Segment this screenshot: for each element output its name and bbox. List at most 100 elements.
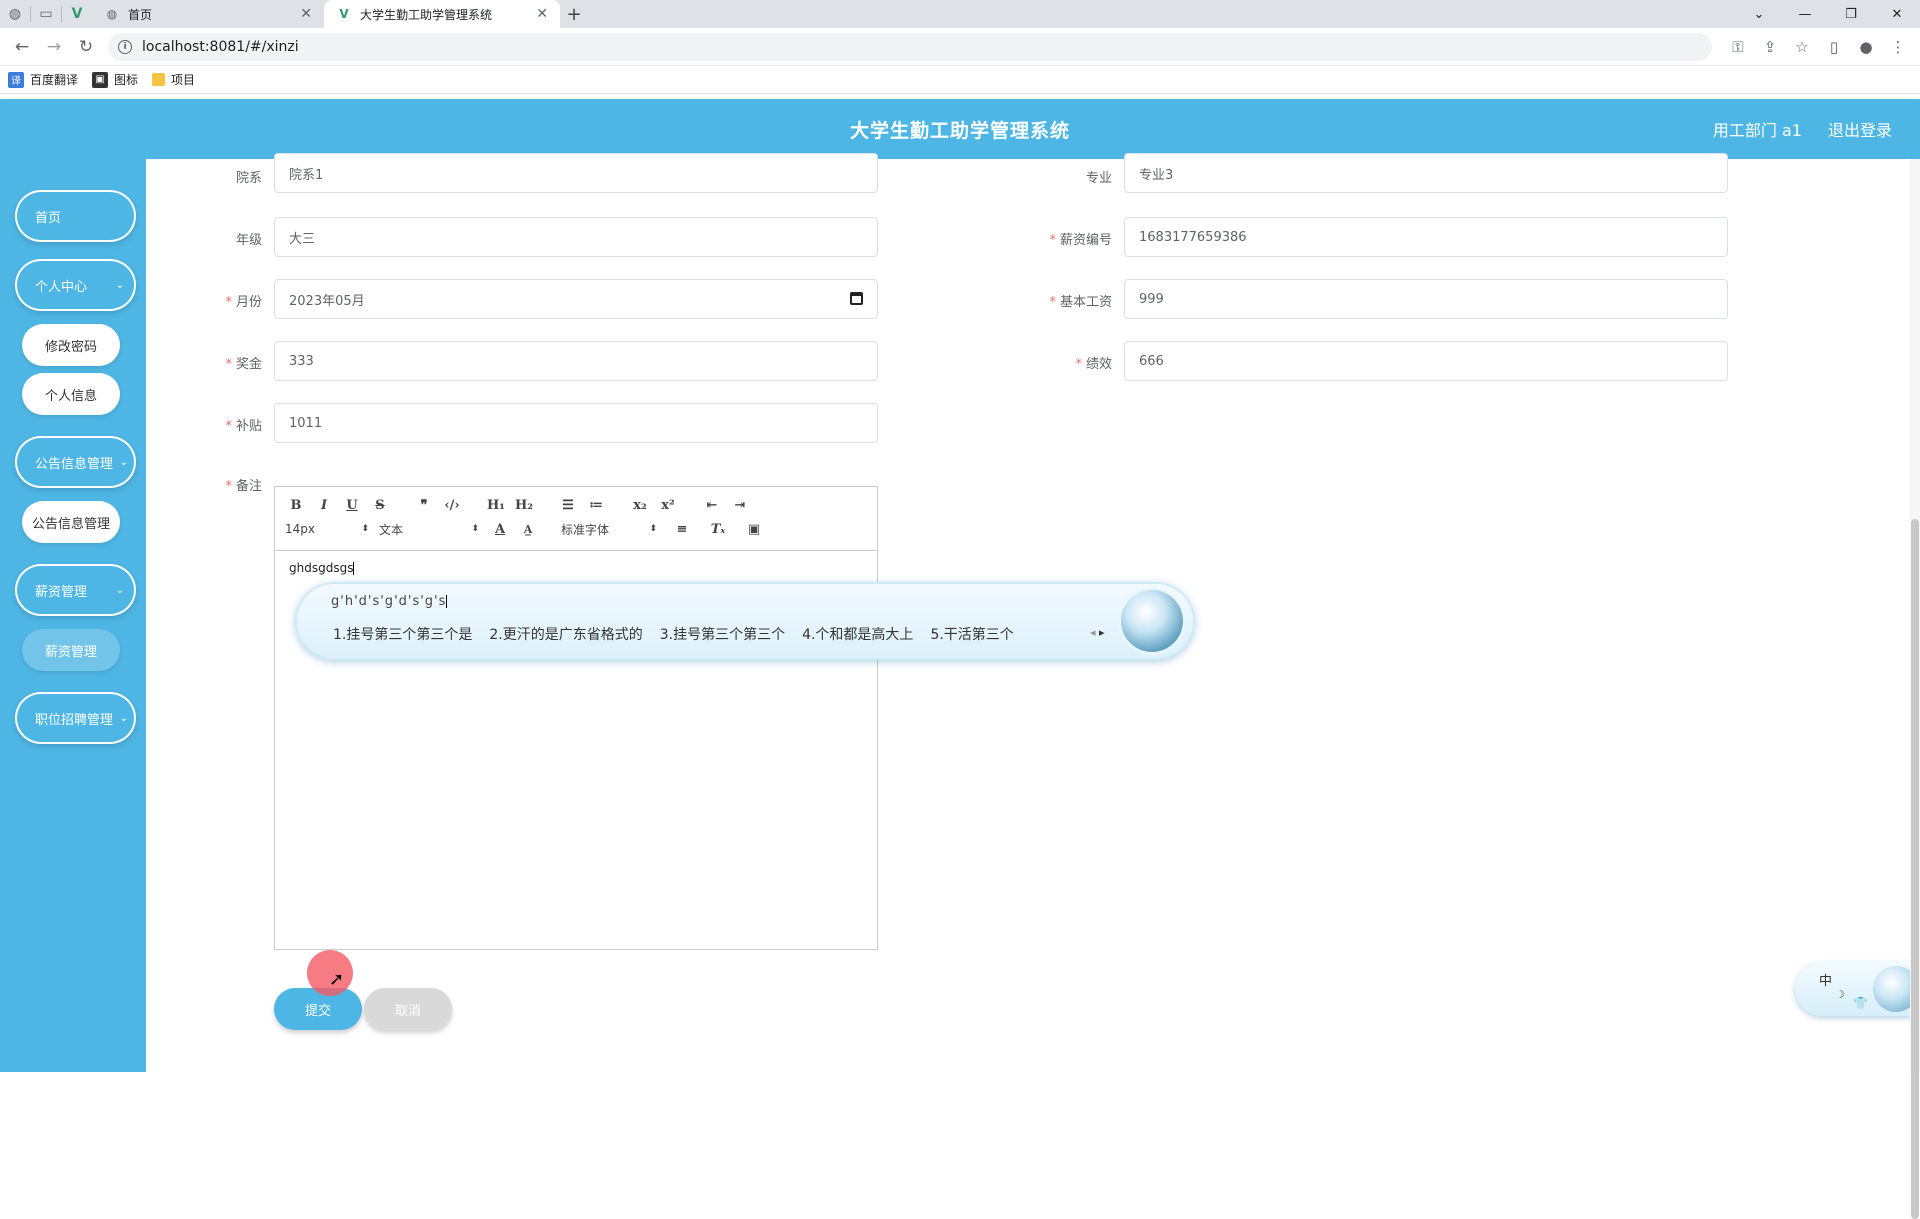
bold-icon[interactable]: B xyxy=(285,494,307,516)
sidebar-item-personal-center[interactable]: 个人中心 ⌄ xyxy=(15,259,136,311)
code-block-icon[interactable]: ‹/› xyxy=(441,494,463,516)
sidebar-subitem-change-password[interactable]: 修改密码 xyxy=(22,324,120,366)
bookmark-icons[interactable]: ▣ 图标 xyxy=(92,71,138,88)
superscript-icon[interactable]: x² xyxy=(657,494,679,516)
italic-icon[interactable]: I xyxy=(313,494,335,516)
back-button[interactable]: ← xyxy=(6,31,38,63)
editor-toolbar: B I U S ❞ ‹/› H₁ H₂ ☰ ≔ x₂ x² ⇤ ⇥ 14px ⬍… xyxy=(275,487,877,551)
sidebar-item-salary[interactable]: 薪资管理 ⌄ xyxy=(15,564,136,616)
submit-button[interactable]: 提交 xyxy=(274,988,362,1030)
ime-candidate[interactable]: 5.干活第三个 xyxy=(930,624,1013,644)
ime-page-arrows-icon[interactable]: ◂ ▸ xyxy=(1090,626,1105,639)
allowance-input[interactable]: 1011 xyxy=(274,403,878,443)
profile-icon[interactable]: ● xyxy=(1850,38,1882,56)
indent-icon[interactable]: ⇥ xyxy=(729,494,751,516)
restore-button[interactable]: ❐ xyxy=(1828,0,1874,28)
bonus-input[interactable]: 333 xyxy=(274,341,878,381)
remark-label: * 备注 xyxy=(225,479,262,494)
salary-no-input[interactable]: 1683177659386 xyxy=(1124,217,1728,257)
ime-composition: g'h'd's'g'd's'g's xyxy=(331,594,448,609)
tab-close-icon[interactable]: ✕ xyxy=(536,6,548,22)
chevron-down-icon: ⌄ xyxy=(115,279,124,291)
pinned-tab-vue-icon[interactable]: V xyxy=(62,0,92,28)
chevron-down-icon: ⌄ xyxy=(119,712,128,724)
forward-button[interactable]: → xyxy=(38,31,70,63)
skin-icon[interactable]: 👕 xyxy=(1853,996,1868,1010)
editor-content[interactable]: ghdsgdsgs xyxy=(275,551,877,585)
major-input[interactable]: 专业3 xyxy=(1124,153,1728,193)
browser-tabstrip: ◍ ▭ V ◍ 首页 ✕ V 大学生勤工助学管理系统 ✕ + ⌄ — ❐ ✕ xyxy=(0,0,1920,28)
site-info-icon[interactable]: i xyxy=(118,39,132,54)
department-input[interactable]: 院系1 xyxy=(274,153,878,193)
blockquote-icon[interactable]: ❞ xyxy=(413,494,435,516)
sidebar-item-job-recruit[interactable]: 职位招聘管理 ⌄ xyxy=(15,692,136,744)
grade-input[interactable]: 大三 xyxy=(274,217,878,257)
close-window-button[interactable]: ✕ xyxy=(1874,0,1920,28)
new-tab-button[interactable]: + xyxy=(560,0,588,28)
star-icon[interactable]: ☆ xyxy=(1786,38,1818,56)
image-insert-icon[interactable]: ▣ xyxy=(743,518,765,540)
performance-input[interactable]: 666 xyxy=(1124,341,1728,381)
format-select[interactable]: 文本 ⬍ xyxy=(379,521,479,538)
pinned-tab-globe-icon[interactable]: ◍ xyxy=(0,0,30,28)
strike-icon[interactable]: S xyxy=(369,494,391,516)
underline-icon[interactable]: U xyxy=(341,494,363,516)
browser-tab-home[interactable]: ◍ 首页 ✕ xyxy=(92,0,324,28)
outdent-icon[interactable]: ⇤ xyxy=(701,494,723,516)
heading-2-icon[interactable]: H₂ xyxy=(513,494,535,516)
ordered-list-icon[interactable]: ☰ xyxy=(557,494,579,516)
ime-mode-indicator[interactable]: 中 xyxy=(1819,970,1832,989)
browser-tab-app[interactable]: V 大学生勤工助学管理系统 ✕ xyxy=(324,0,560,28)
font-family-select[interactable]: 标准字体 ⬍ xyxy=(561,521,657,538)
cancel-button[interactable]: 取消 xyxy=(364,988,452,1030)
sidebar-subitem-salary[interactable]: 薪资管理 xyxy=(22,629,120,671)
clear-format-icon[interactable]: Tₓ xyxy=(707,518,729,540)
ime-candidate[interactable]: 1.挂号第三个第三个是 xyxy=(333,624,472,644)
ime-candidate[interactable]: 4.个和都是高大上 xyxy=(802,624,913,644)
scrollbar-thumb[interactable] xyxy=(1911,519,1919,1219)
app-header: 大学生勤工助学管理系统 用工部门 a1 退出登录 xyxy=(0,99,1920,159)
logout-link[interactable]: 退出登录 xyxy=(1828,117,1892,141)
translate-icon: 译 xyxy=(8,71,24,88)
text-caret xyxy=(353,562,355,575)
globe-icon: ◍ xyxy=(106,7,118,21)
chevron-down-icon: ⌄ xyxy=(119,456,128,468)
month-label: * 月份 xyxy=(225,295,262,310)
background-color-icon[interactable]: A̲ xyxy=(517,518,539,540)
sidebar-subitem-notice[interactable]: 公告信息管理 xyxy=(22,501,120,543)
align-left-icon[interactable]: ≡ xyxy=(671,518,693,540)
side-panel-icon[interactable]: ▯ xyxy=(1818,38,1850,56)
select-arrows-icon: ⬍ xyxy=(361,524,369,534)
sidebar-subitem-personal-info[interactable]: 个人信息 xyxy=(22,373,120,415)
window-controls: ⌄ — ❐ ✕ xyxy=(1736,0,1920,28)
ime-candidate[interactable]: 3.挂号第三个第三个 xyxy=(660,624,785,644)
tab-search-icon[interactable]: ⌄ xyxy=(1736,0,1782,28)
minimize-button[interactable]: — xyxy=(1782,0,1828,28)
reload-button[interactable]: ↻ xyxy=(70,31,102,63)
moon-icon[interactable]: ☽ xyxy=(1835,988,1845,1001)
key-icon[interactable]: ⚿ xyxy=(1722,38,1754,56)
ime-candidate[interactable]: 2.更汗的是广东省格式的 xyxy=(489,624,642,644)
font-color-icon[interactable]: A xyxy=(489,518,511,540)
bookmark-project[interactable]: 项目 xyxy=(152,71,195,88)
page-scrollbar[interactable] xyxy=(1910,159,1920,1219)
bookmark-translate[interactable]: 译 百度翻译 xyxy=(8,71,78,88)
subscript-icon[interactable]: x₂ xyxy=(629,494,651,516)
base-salary-label: * 基本工资 xyxy=(1049,295,1112,310)
menu-icon[interactable]: ⋮ xyxy=(1882,38,1914,56)
ime-status-bar[interactable]: 中 ☽ 👕 xyxy=(1795,962,1920,1016)
share-icon[interactable]: ⇪ xyxy=(1754,38,1786,56)
month-date-input[interactable]: 2023年05月 xyxy=(274,279,878,319)
tab-close-icon[interactable]: ✕ xyxy=(300,6,312,22)
calendar-icon[interactable] xyxy=(850,292,863,305)
ime-candidates: 1.挂号第三个第三个是 2.更汗的是广东省格式的 3.挂号第三个第三个 4.个和… xyxy=(333,624,1031,644)
font-size-select[interactable]: 14px ⬍ xyxy=(285,522,369,536)
sidebar-item-home[interactable]: 首页 xyxy=(15,190,136,242)
sidebar-item-notice[interactable]: 公告信息管理 ⌄ xyxy=(15,436,136,488)
address-bar[interactable]: i localhost:8081/#/xinzi xyxy=(108,32,1712,61)
bullet-list-icon[interactable]: ≔ xyxy=(585,494,607,516)
heading-1-icon[interactable]: H₁ xyxy=(485,494,507,516)
pinned-tab-blank-icon[interactable]: ▭ xyxy=(31,0,61,28)
remark-rich-editor[interactable]: B I U S ❞ ‹/› H₁ H₂ ☰ ≔ x₂ x² ⇤ ⇥ 14px ⬍… xyxy=(274,486,878,950)
base-salary-input[interactable]: 999 xyxy=(1124,279,1728,319)
